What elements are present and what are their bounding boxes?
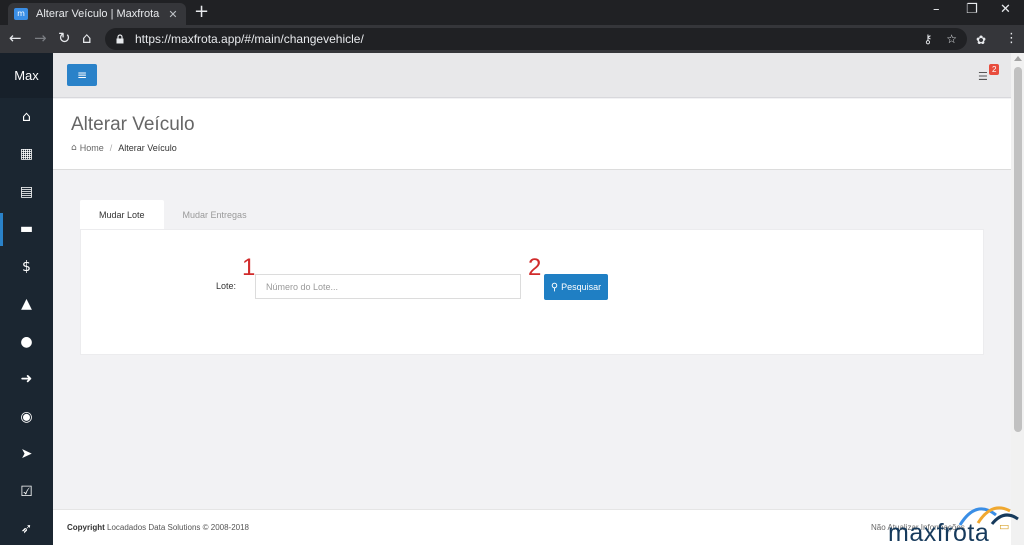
url-text: https://maxfrota.app/#/main/changevehicl… <box>135 32 364 46</box>
breadcrumb-home[interactable]: Home <box>80 143 104 153</box>
app-window: m Alterar Veículo | Maxfrota ✕ + – ❐ ✕ ←… <box>0 0 1024 545</box>
rocket-icon: ➶ <box>20 521 33 538</box>
menu-toggle-button[interactable]: ≡ <box>67 64 97 86</box>
browser-menu-icon[interactable]: ⋮ <box>1005 31 1018 47</box>
lote-label: Lote: <box>216 281 237 291</box>
search-icon: ⚲ <box>550 281 559 293</box>
scroll-thumb[interactable] <box>1014 67 1022 432</box>
footer: Copyright Locadados Data Solutions © 200… <box>53 509 1011 545</box>
search-button-label: Pesquisar <box>561 282 602 292</box>
address-bar[interactable]: https://maxfrota.app/#/main/changevehicl… <box>105 28 967 50</box>
notification-badge: 2 <box>989 64 1000 75</box>
lote-input[interactable] <box>255 274 521 299</box>
page-header: Alterar Veículo ⌂ Home / Alterar Veículo <box>53 99 1011 170</box>
tab-title: Alterar Veículo | Maxfrota <box>36 8 160 20</box>
sidebar-item-send[interactable]: ➤ <box>0 436 53 474</box>
tab-mudar-entregas[interactable]: Mudar Entregas <box>164 200 266 229</box>
list-icon: ☰ <box>978 70 988 83</box>
unlock-icon: ◉ <box>20 408 33 425</box>
sidebar-nav: ⌂ ▦ ▤ ▬ $ ▲ ● ➜ ◉ ➤ ☑ ➶ <box>0 98 53 545</box>
tab-close-icon[interactable]: ✕ <box>166 8 180 21</box>
watermark-text: maxfrota <box>888 519 990 545</box>
tab-mudar-lote[interactable]: Mudar Lote <box>80 200 164 229</box>
back-arrow-icon[interactable]: ← <box>9 30 22 46</box>
new-tab-button[interactable]: + <box>194 3 209 21</box>
warning-icon: ▲ <box>21 296 32 313</box>
home-icon: ⌂ <box>22 108 31 125</box>
map-icon: ▤ <box>19 183 34 200</box>
home-browser-icon[interactable]: ⌂ <box>82 30 92 46</box>
brand-logo[interactable]: Max <box>0 53 53 98</box>
forward-arrow-icon[interactable]: → <box>34 30 47 46</box>
extension-icon[interactable]: ✿ <box>976 32 986 48</box>
sidebar-item-map-marker[interactable]: ● <box>0 323 53 361</box>
browser-toolbar: ← → ↻ ⌂ https://maxfrota.app/#/main/chan… <box>0 25 1024 53</box>
favicon-icon: m <box>14 8 28 20</box>
notifications-button[interactable]: ☰ 2 <box>978 64 1004 84</box>
sidebar-item-unlock[interactable]: ◉ <box>0 398 53 436</box>
browser-tab[interactable]: m Alterar Veículo | Maxfrota ✕ <box>8 3 186 25</box>
reload-icon[interactable]: ↻ <box>58 30 71 46</box>
lock-icon <box>116 34 124 44</box>
check-square-icon: ☑ <box>20 483 33 500</box>
scroll-up-arrow[interactable] <box>1014 56 1022 61</box>
send-icon: ➤ <box>20 446 33 463</box>
bookmark-star-icon[interactable]: ☆ <box>946 32 957 46</box>
sidebar-item-rocket[interactable]: ➶ <box>0 511 53 545</box>
key-icon[interactable]: ⚷ <box>923 32 932 46</box>
archive-icon: ▬ <box>19 221 34 238</box>
content-tabs: Mudar Lote Mudar Entregas <box>80 200 266 229</box>
sidebar: Max ⌂ ▦ ▤ ▬ $ ▲ ● ➜ ◉ ➤ ☑ ➶ <box>0 53 53 545</box>
home-icon: ⌂ <box>71 143 77 153</box>
page-title: Alterar Veículo <box>71 114 195 135</box>
sign-out-icon: ➜ <box>20 371 33 388</box>
sidebar-item-sign-out[interactable]: ➜ <box>0 361 53 399</box>
breadcrumb: ⌂ Home / Alterar Veículo <box>71 143 177 153</box>
restore-icon[interactable]: ❐ <box>966 2 978 17</box>
sidebar-item-check-square[interactable]: ☑ <box>0 473 53 511</box>
breadcrumb-current: Alterar Veículo <box>118 143 177 153</box>
page-scrollbar[interactable] <box>1011 53 1024 545</box>
maxfrota-watermark: maxfrota <box>888 497 1020 545</box>
copyright-label: Copyright <box>67 523 105 532</box>
sidebar-item-dollar[interactable]: $ <box>0 248 53 286</box>
copyright-text: Copyright Locadados Data Solutions © 200… <box>67 523 249 532</box>
sidebar-item-archive[interactable]: ▬ <box>0 211 53 249</box>
copyright-owner: Locadados Data Solutions © 2008-2018 <box>104 523 249 532</box>
window-close-icon[interactable]: ✕ <box>1000 2 1011 17</box>
app-header: ≡ ☰ 2 <box>53 53 1014 98</box>
annotation-2: 2 <box>528 254 542 281</box>
browser-tab-bar: m Alterar Veículo | Maxfrota ✕ + – ❐ ✕ <box>0 0 1024 25</box>
annotation-1: 1 <box>242 254 256 281</box>
sidebar-item-home[interactable]: ⌂ <box>0 98 53 136</box>
sidebar-item-dashboard[interactable]: ▦ <box>0 136 53 174</box>
breadcrumb-separator: / <box>109 143 113 153</box>
dollar-icon: $ <box>22 258 31 275</box>
dashboard-icon: ▦ <box>19 146 34 163</box>
sidebar-item-warning[interactable]: ▲ <box>0 286 53 324</box>
minimize-icon[interactable]: – <box>933 2 940 17</box>
sidebar-item-map[interactable]: ▤ <box>0 173 53 211</box>
tab-panel: Lote: ⚲ Pesquisar <box>80 229 984 355</box>
map-marker-icon: ● <box>20 333 33 350</box>
search-button[interactable]: ⚲ Pesquisar <box>544 274 608 300</box>
